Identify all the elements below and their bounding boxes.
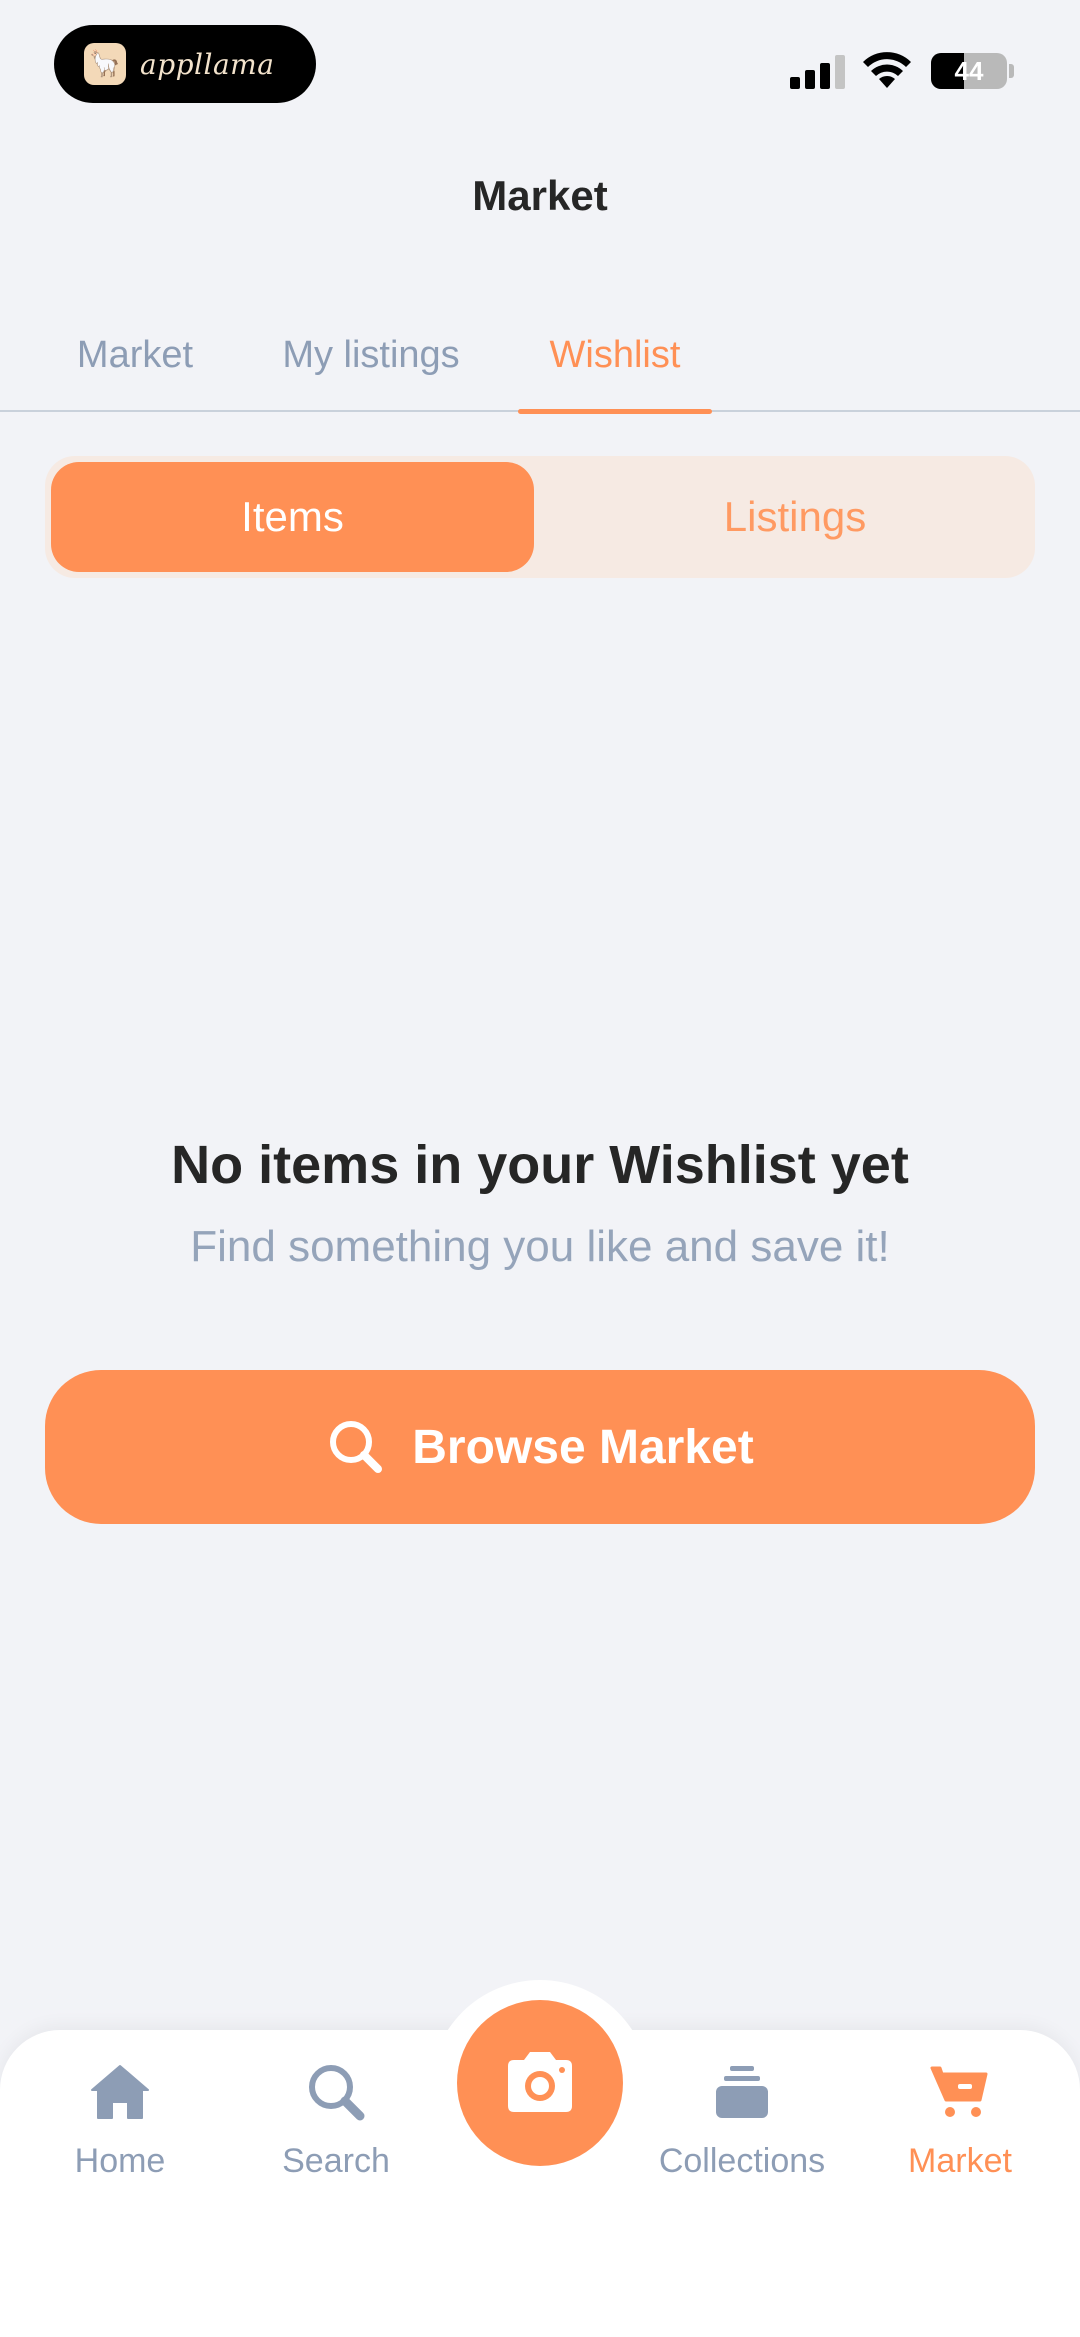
nav-label: Collections [658,2142,826,2180]
empty-state-subtitle: Find something you like and save it! [190,1222,890,1271]
tab-label: My listings [282,334,460,376]
tab-wishlist[interactable]: Wishlist [518,330,712,414]
cart-icon [930,2066,988,2117]
battery-tip [1009,64,1014,78]
status-bar: 🦙 appllama 44 [0,0,1080,120]
page-title: Market [472,172,608,219]
browse-market-label: Browse Market [412,1420,754,1474]
battery-icon: 44 [931,53,1007,89]
nav-market[interactable]: Market [860,2060,1060,2200]
nav-collections[interactable]: Collections [642,2060,842,2200]
search-icon [309,2065,365,2121]
tab-my-listings[interactable]: My listings [262,330,480,412]
camera-scan-button[interactable] [457,2000,623,2166]
wifi-icon [863,52,911,88]
wishlist-segment-control: Items Listings [45,456,1035,578]
llama-logo-icon: 🦙 [84,43,126,85]
search-icon [330,1421,383,1473]
browse-market-button[interactable]: Browse Market [45,1370,1035,1524]
camera-icon [508,2052,572,2112]
home-icon [91,2065,149,2119]
nav-label: Market [908,2142,1012,2180]
tab-label: Wishlist [549,334,681,376]
battery-percentage: 44 [954,56,984,86]
market-tabs: Market My listings Wishlist [0,330,1080,414]
tab-market[interactable]: Market [50,330,220,412]
nav-label: Home [74,2142,166,2180]
segment-items-button[interactable]: Items [51,462,534,572]
app-indicator-pill[interactable]: 🦙 appllama [54,25,316,103]
segment-listings-button[interactable]: Listings [595,462,995,572]
nav-label: Search [282,2142,390,2180]
app-name: appllama [140,47,275,81]
nav-search[interactable]: Search [236,2060,436,2200]
nav-home[interactable]: Home [20,2060,220,2200]
stack-icon [716,2066,768,2118]
empty-state-title: No items in your Wishlist yet [171,1135,909,1195]
cellular-signal-icon [790,55,845,89]
tab-label: Market [76,334,194,376]
